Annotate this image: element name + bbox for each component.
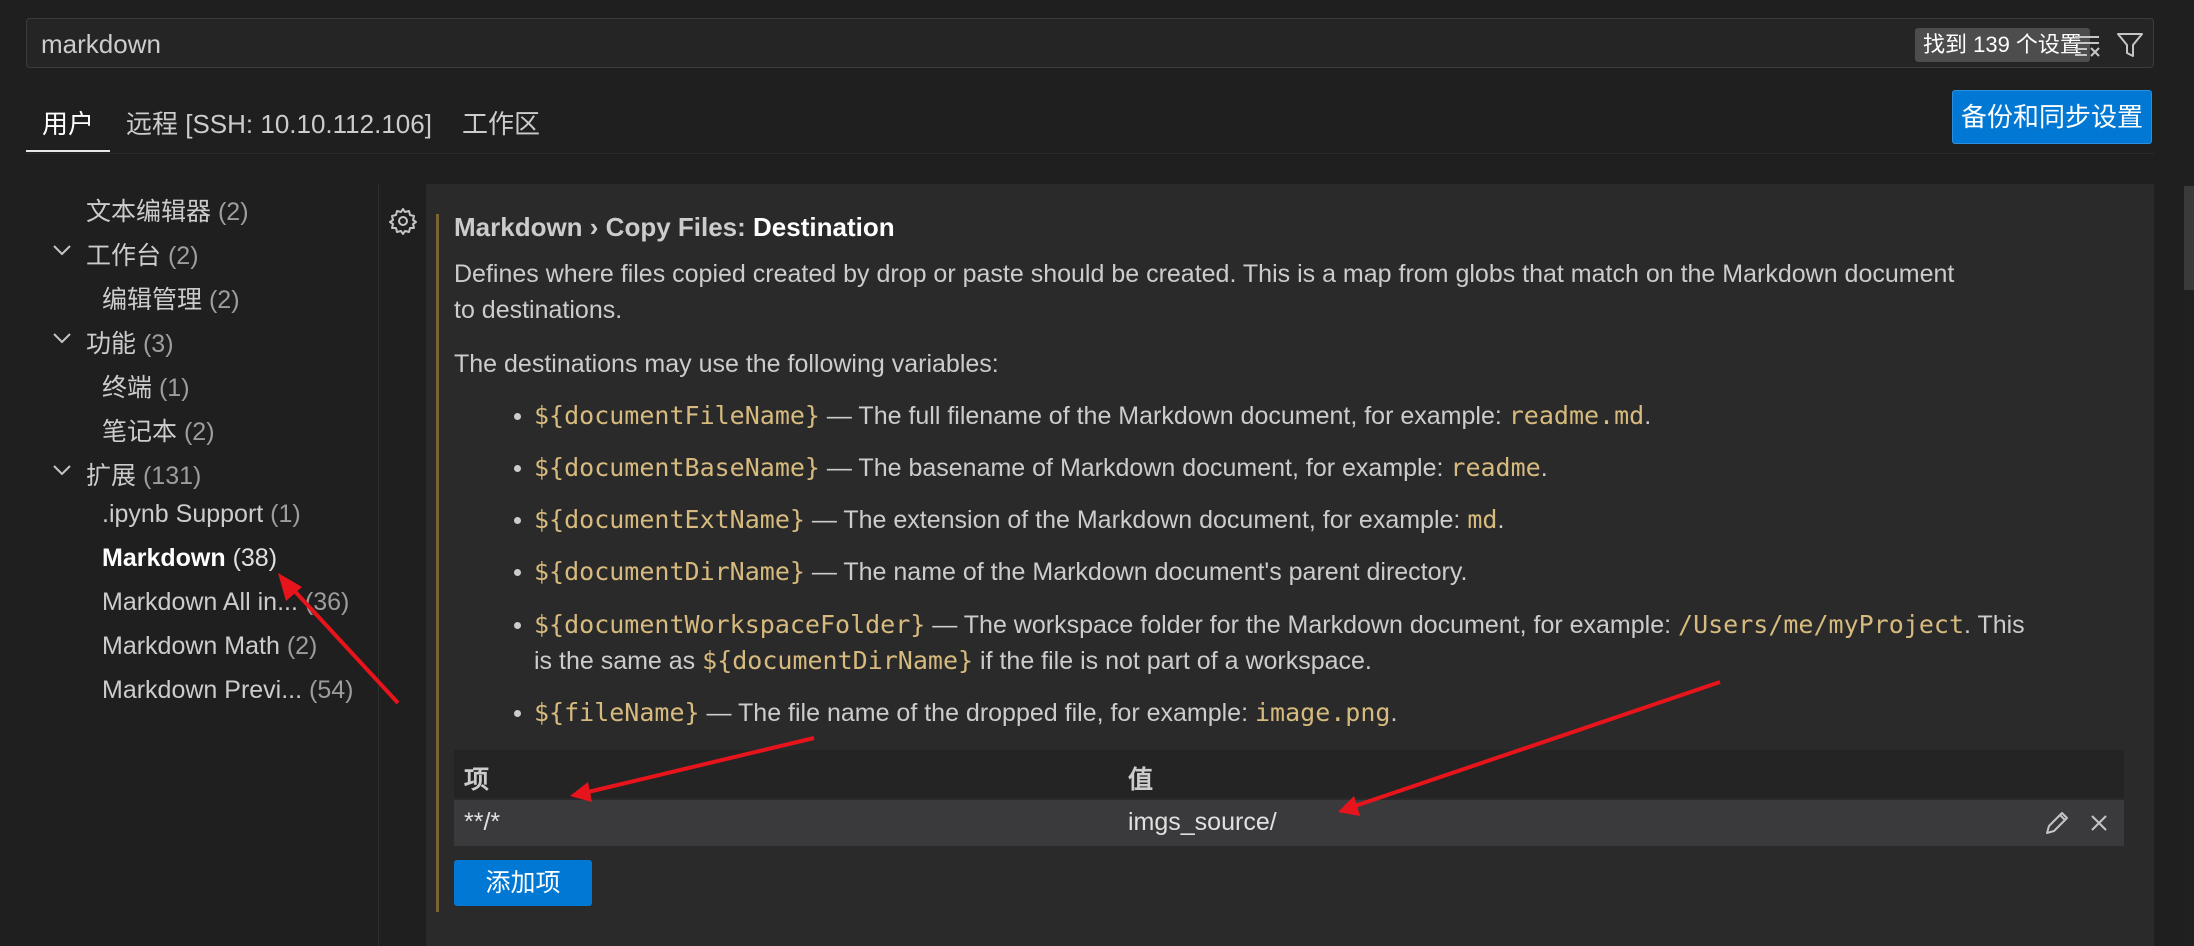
edit-icon[interactable] (2042, 808, 2072, 838)
toc-item-text-editor[interactable]: 文本编辑器 (2) (86, 192, 249, 228)
sidebar-divider (378, 184, 379, 946)
active-tab-indicator (26, 150, 110, 152)
toc-item-ipynb-support[interactable]: .ipynb Support (1) (102, 500, 301, 529)
variable-item-file-name: ${fileName} — The file name of the dropp… (534, 698, 1398, 727)
variable-item-document-ext-name: ${documentExtName} — The extension of th… (534, 505, 1505, 534)
bullet-dot (514, 710, 521, 717)
tab-workspace[interactable]: 工作区 (462, 104, 540, 152)
bullet-dot (514, 569, 521, 576)
close-icon[interactable] (2084, 808, 2114, 838)
result-count-badge: 找到 139 个设置 (1915, 28, 2090, 62)
filter-icon[interactable] (2115, 31, 2145, 59)
setting-description: Defines where files copied created by dr… (454, 260, 1955, 288)
backup-sync-button[interactable]: 备份和同步设置 (1952, 90, 2152, 144)
row-key: **/* (464, 808, 501, 836)
chevron-down-icon[interactable] (50, 238, 74, 262)
variables-intro: The destinations may use the following v… (454, 350, 999, 378)
toc-item-notebook[interactable]: 笔记本 (2) (102, 412, 215, 448)
toc-item-workbench[interactable]: 工作台 (2) (86, 236, 199, 272)
row-value: imgs_source/ (1128, 808, 1277, 836)
tab-user[interactable]: 用户 (42, 104, 94, 152)
settings-search-box[interactable]: 找到 139 个设置 (26, 18, 2154, 69)
variable-item-document-file-name: ${documentFileName} — The full filename … (534, 401, 1652, 430)
toc-item-markdown-math[interactable]: Markdown Math (2) (102, 632, 317, 661)
tabs-divider (26, 153, 2154, 154)
toc-item-extensions[interactable]: 扩展 (131) (86, 456, 201, 492)
setting-focus-indicator (436, 214, 439, 912)
variable-item-document-dir-name: ${documentDirName} — The name of the Mar… (534, 557, 1468, 586)
toc-item-markdown-preview[interactable]: Markdown Previ... (54) (102, 676, 353, 705)
scrollbar-thumb[interactable] (2184, 186, 2194, 290)
clear-filter-icon[interactable] (2073, 31, 2103, 59)
gear-icon[interactable] (388, 206, 418, 236)
setting-description-cont: to destinations. (454, 296, 623, 324)
add-item-button[interactable]: 添加项 (454, 860, 592, 906)
bullet-dot (514, 517, 521, 524)
tab-remote[interactable]: 远程 [SSH: 10.10.112.106] (126, 104, 432, 152)
settings-search-input[interactable] (39, 19, 1843, 69)
toc-item-markdown[interactable]: Markdown (38) (102, 544, 277, 573)
chevron-down-icon[interactable] (50, 458, 74, 482)
toc-item-terminal[interactable]: 终端 (1) (102, 368, 190, 404)
bullet-dot (514, 465, 521, 472)
variable-item-document-workspace-folder: ${documentWorkspaceFolder} — The workspa… (534, 610, 2025, 639)
variable-item-workspace-note: is the same as ${documentDirName} if the… (534, 646, 1372, 675)
table-row[interactable]: **/* imgs_source/ (454, 800, 2124, 846)
toc-item-features[interactable]: 功能 (3) (86, 324, 174, 360)
bullet-dot (514, 622, 521, 629)
column-header-key: 项 (464, 766, 490, 794)
table-header: 项 值 (454, 750, 2124, 798)
toc-item-editor-management[interactable]: 编辑管理 (2) (102, 280, 240, 316)
column-header-value: 值 (1128, 766, 1154, 794)
variable-item-document-base-name: ${documentBaseName} — The basename of Ma… (534, 453, 1548, 482)
toc-item-markdown-all-in-one[interactable]: Markdown All in... (36) (102, 588, 349, 617)
setting-title: Markdown › Copy Files: Destination (454, 212, 895, 242)
chevron-down-icon[interactable] (50, 326, 74, 350)
scrollbar-track[interactable] (2182, 184, 2194, 946)
bullet-dot (514, 413, 521, 420)
